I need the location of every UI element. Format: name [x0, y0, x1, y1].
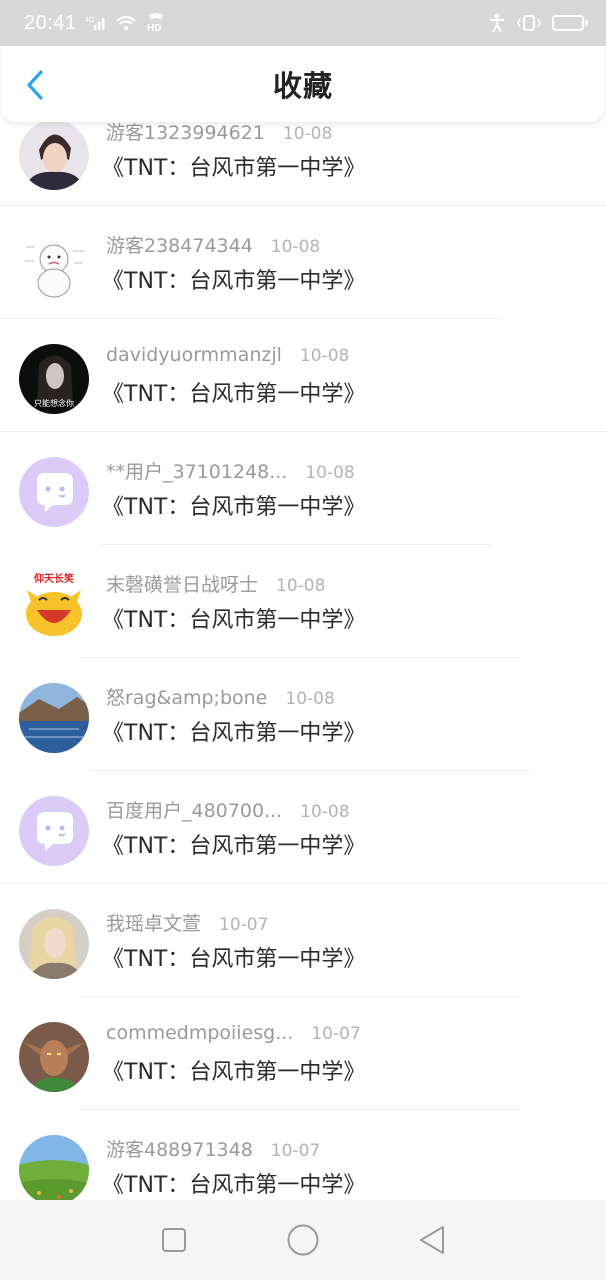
- user-avatar-image: [19, 1135, 89, 1200]
- book-title[interactable]: 《TNT：台风市第一中学》: [102, 150, 365, 182]
- avatar[interactable]: [19, 909, 89, 979]
- date: 10-08: [305, 463, 355, 483]
- svg-text:4G: 4G: [85, 17, 94, 24]
- svg-text:仰天长笑: 仰天长笑: [34, 572, 74, 585]
- book-title[interactable]: 《TNT：台风市第一中学》: [102, 1054, 365, 1086]
- app-header: 收藏: [2, 46, 604, 122]
- avatar[interactable]: [19, 1022, 89, 1092]
- triangle-back-icon: [419, 1226, 444, 1254]
- page-title: 收藏: [272, 69, 333, 103]
- date: 10-08: [300, 802, 350, 822]
- hd-call-icon: HD: [145, 13, 167, 33]
- date: 10-07: [270, 1141, 321, 1161]
- user-avatar-image: 只能想念你: [19, 344, 89, 414]
- back-button[interactable]: [20, 68, 50, 102]
- status-time: 20:41: [24, 11, 77, 34]
- avatar[interactable]: 仰天长笑: [19, 570, 89, 640]
- svg-text:HD: HD: [147, 23, 161, 33]
- date: 10-07: [219, 915, 269, 935]
- user-avatar-image: [19, 683, 89, 753]
- date: 10-08: [270, 237, 321, 257]
- avatar[interactable]: [19, 683, 89, 753]
- username: davidyuormmanzjl: [106, 344, 282, 366]
- username: 游客238474344: [106, 235, 253, 257]
- date: 10-07: [311, 1024, 361, 1044]
- user-avatar-image: 仰天长笑: [19, 570, 89, 640]
- chevron-left-icon: [27, 70, 43, 100]
- list-item[interactable]: 仰天长笑 末磬磺誉日战呀士 10-08 《TNT：台风市第一中学》: [0, 545, 606, 658]
- battery-icon: [552, 15, 588, 31]
- book-title[interactable]: 《TNT：台风市第一中学》: [102, 489, 365, 521]
- username: commedmpoiiesg...: [106, 1022, 294, 1044]
- date: 10-08: [299, 346, 350, 366]
- list-item[interactable]: 怒rag&amp;bone 10-08 《TNT：台风市第一中学》: [0, 658, 606, 771]
- avatar[interactable]: 只能想念你: [19, 344, 89, 414]
- avatar[interactable]: [19, 796, 89, 866]
- username: 末磬磺誉日战呀士: [106, 574, 259, 596]
- vibrate-icon: [516, 13, 542, 33]
- signal-icon: 4G: [85, 14, 107, 32]
- book-title[interactable]: 《TNT：台风市第一中学》: [102, 941, 365, 973]
- date: 10-08: [282, 124, 333, 144]
- book-title[interactable]: 《TNT：台风市第一中学》: [102, 376, 365, 408]
- date: 10-08: [276, 576, 326, 596]
- book-title[interactable]: 《TNT：台风市第一中学》: [102, 828, 365, 860]
- avatar[interactable]: [19, 457, 89, 527]
- book-title[interactable]: 《TNT：台风市第一中学》: [102, 715, 365, 747]
- list-item[interactable]: 我瑶卓文萱 10-07 《TNT：台风市第一中学》: [0, 884, 606, 997]
- avatar[interactable]: [19, 233, 89, 303]
- username: 百度用户_480700...: [106, 800, 283, 822]
- username: 怒rag&amp;bone: [106, 687, 268, 709]
- accessibility-icon: [488, 13, 506, 33]
- wifi-icon: [115, 14, 137, 32]
- status-bar: 20:41 4G HD: [0, 0, 606, 46]
- book-title[interactable]: 《TNT：台风市第一中学》: [102, 1167, 365, 1199]
- username: 游客488971348: [106, 1139, 253, 1161]
- default-avatar-icon: [19, 796, 89, 866]
- user-avatar-image: [19, 233, 89, 303]
- book-title[interactable]: 《TNT：台风市第一中学》: [102, 602, 365, 634]
- back-nav-button[interactable]: [412, 1220, 452, 1260]
- username: 我瑶卓文萱: [106, 913, 202, 935]
- recent-apps-button[interactable]: [154, 1220, 194, 1260]
- favorites-list[interactable]: 游客1323994621 10-08 《TNT：台风市第一中学》 游客23847…: [0, 100, 606, 1200]
- date: 10-08: [285, 689, 335, 709]
- home-button[interactable]: [283, 1220, 323, 1260]
- user-avatar-image: [19, 120, 89, 190]
- list-item[interactable]: 百度用户_480700... 10-08 《TNT：台风市第一中学》: [0, 771, 606, 884]
- avatar[interactable]: [19, 1135, 89, 1200]
- square-icon: [162, 1228, 187, 1252]
- svg-text:只能想念你: 只能想念你: [34, 398, 74, 408]
- system-nav-bar: [0, 1200, 606, 1280]
- username: 游客1323994621: [106, 122, 265, 144]
- list-item[interactable]: 游客238474344 10-08 《TNT：台风市第一中学》: [0, 206, 606, 319]
- user-avatar-image: [19, 1022, 89, 1092]
- user-avatar-image: [19, 909, 89, 979]
- default-avatar-icon: [19, 457, 89, 527]
- list-item[interactable]: 只能想念你 davidyuormmanzjl 10-08 《TNT：台风市第一中…: [0, 319, 606, 432]
- circle-icon: [287, 1224, 319, 1256]
- list-item[interactable]: 游客488971348 10-07 《TNT：台风市第一中学》: [0, 1110, 606, 1200]
- book-title[interactable]: 《TNT：台风市第一中学》: [102, 263, 365, 295]
- list-item[interactable]: **用户_37101248... 10-08 《TNT：台风市第一中学》: [0, 432, 606, 545]
- avatar[interactable]: [19, 120, 89, 190]
- list-item[interactable]: commedmpoiiesg... 10-07 《TNT：台风市第一中学》: [0, 997, 606, 1110]
- username: **用户_37101248...: [106, 461, 288, 483]
